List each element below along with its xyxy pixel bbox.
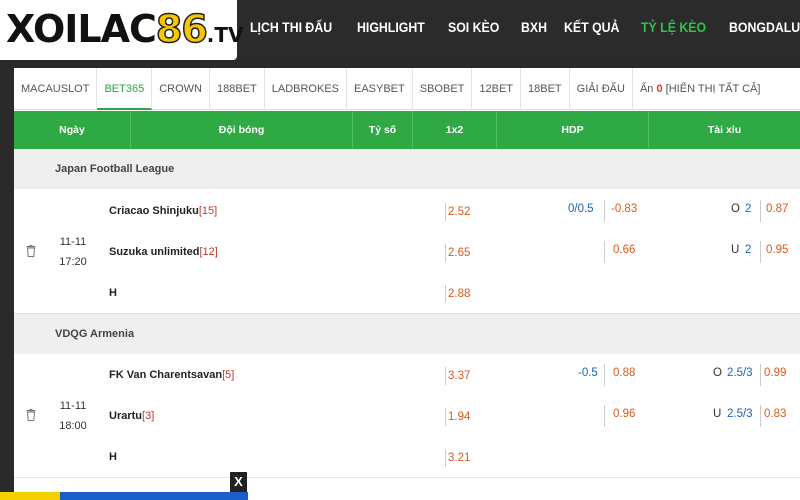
ou-side: O [731,203,740,215]
draw-label: H [109,287,117,299]
team-rank: [5] [222,369,235,381]
hidden-count-tab[interactable]: Ẩn 0 [HIỂN THỊ TẤT CẢ] [633,68,767,110]
site-logo[interactable]: XOILAC86.TV [6,6,244,58]
ou-side: O [713,367,722,379]
tab-giai-dau[interactable]: GIẢI ĐẤU [570,68,633,110]
home-team[interactable]: FK Van Charentsavan[5] [109,355,234,396]
ou-odd[interactable]: 0.87 [766,203,788,215]
team-rank: [12] [199,246,218,258]
odd-away[interactable]: 1.94 [445,408,470,426]
col-taixiu: Tài xỉu [707,124,742,136]
ou-line: 2.5/3 [727,408,753,420]
ou-side: U [731,244,740,256]
table-row: FK Van Charentsavan[5] 3.37 -0.5 0.88 O … [14,355,800,396]
odd-home[interactable]: 2.52 [445,203,470,221]
site-header: XOILAC86.TV LỊCH THI ĐẤU HIGHLIGHT SOI K… [0,0,800,60]
col-hdp: HDP [497,111,649,149]
league-header: Japan Football League [14,149,800,189]
draw-label: H [109,451,117,463]
team-rank: [15] [198,205,218,217]
table-row: Criacao Shinjuku[15] 2.52 0/0.5 -0.83 O … [14,191,800,232]
odd-draw[interactable]: 3.21 [445,449,470,467]
show-all-link[interactable]: [HIỂN THỊ TẤT CẢ] [666,83,761,95]
odd-away[interactable]: 2.65 [445,244,470,262]
divider [14,477,800,478]
team-rank: [3] [142,410,155,422]
col-team: Đội bóng [131,111,353,149]
close-ad-button[interactable]: X [230,472,247,492]
ou-line: 2 [745,244,752,256]
odds-panel: MACAUSLOT BET365 CROWN 188BET LADBROKES … [14,68,800,500]
ou-line: 2 [745,203,752,215]
hdp-line: -0.5 [578,367,598,379]
tab-crown[interactable]: CROWN [152,68,210,110]
table-row: H 2.88 [14,273,800,314]
nav-bongdalu-vip[interactable]: BONGDALU VIP [729,19,800,35]
odd-home[interactable]: 3.37 [445,367,470,385]
hdp-odd[interactable]: 0.66 [613,244,635,256]
away-team[interactable]: Urartu[3] [109,396,154,437]
col-score: Tỷ số [353,111,413,149]
team-name: Urartu [109,410,143,422]
logo-box[interactable]: XOILAC86.TV [0,0,244,60]
hdp-line: 0/0.5 [568,203,594,215]
team-name: FK Van Charentsavan [109,369,223,381]
ou-side: U [713,408,722,420]
odd-draw[interactable]: 2.88 [445,285,470,303]
team-name: Suzuka unlimited [109,246,200,258]
away-team[interactable]: Suzuka unlimited[12] [109,232,218,273]
col-1x2: 1x2 [413,111,497,149]
logo-number: 86 [155,6,208,52]
home-team[interactable]: Criacao Shinjuku[15] [109,191,217,232]
ou-line: 2.5/3 [727,367,753,379]
bookmaker-tabs: MACAUSLOT BET365 CROWN 188BET LADBROKES … [14,68,800,110]
tab-ladbrokes[interactable]: LADBROKES [265,68,347,110]
table-header: Ngày Đội bóng Tỷ số 1x2 HDP Tài xỉu [14,111,800,149]
nav-highlight[interactable]: HIGHLIGHT [357,19,425,35]
league-header: VDQG Armenia [14,314,800,354]
col-date: Ngày [14,111,131,149]
nav-ket-qua[interactable]: KẾT QUẢ [564,19,619,35]
tab-18bet[interactable]: 18BET [521,68,570,110]
tab-188bet[interactable]: 188BET [210,68,265,110]
nav-bxh[interactable]: BXH [521,19,547,35]
logo-domain: .TV [206,23,244,47]
tab-macauslot[interactable]: MACAUSLOT [14,68,98,110]
tab-sbobet[interactable]: SBOBET [413,68,473,110]
hdp-odd[interactable]: 0.88 [613,367,635,379]
logo-text: XOILAC [6,7,157,51]
bottom-ad-banner[interactable] [0,492,248,500]
hidden-label: Ẩn [639,82,654,95]
table-row: Urartu[3] 1.94 0.96 U 2.5/3 0.83 [14,396,800,437]
hdp-odd[interactable]: 0.96 [613,408,635,420]
ou-odd[interactable]: 0.95 [766,244,788,256]
hidden-count: 0 [656,82,663,95]
nav-ty-le-keo[interactable]: TỶ LỆ KÈO [641,19,706,35]
tab-bet365[interactable]: BET365 [97,68,153,110]
ou-odd[interactable]: 0.99 [764,367,786,379]
tab-12bet[interactable]: 12BET [472,68,522,110]
tab-easybet[interactable]: EASYBET [347,68,413,110]
nav-soi-keo[interactable]: SOI KÈO [448,19,499,35]
main-nav: LỊCH THI ĐẤU HIGHLIGHT SOI KÈO BXH KẾT Q… [250,19,800,35]
table-row: H 3.21 [14,437,800,478]
team-name: Criacao Shinjuku [109,205,199,217]
ou-odd[interactable]: 0.83 [764,408,786,420]
table-row: Suzuka unlimited[12] 2.65 0.66 U 2 0.95 [14,232,800,273]
hdp-odd[interactable]: -0.83 [611,203,637,215]
nav-lich-thi-dau[interactable]: LỊCH THI ĐẤU [250,19,332,35]
